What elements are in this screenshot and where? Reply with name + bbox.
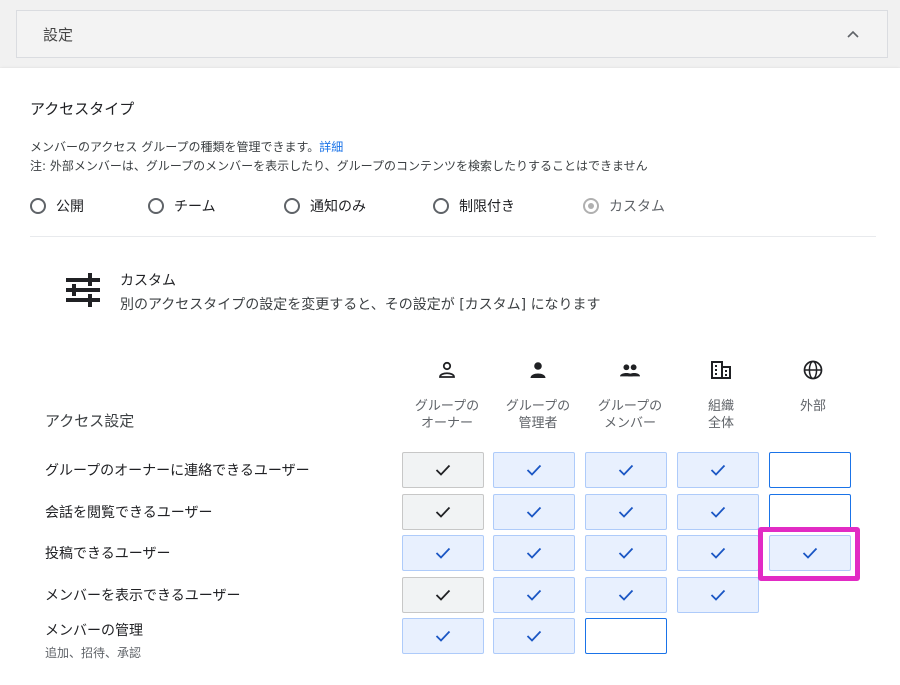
- column-label-owners: グループの オーナー: [414, 399, 480, 431]
- radio-label: カスタム: [609, 199, 665, 215]
- permission-checkbox[interactable]: [402, 618, 484, 654]
- permission-checkbox[interactable]: [493, 452, 575, 488]
- permission-checkbox[interactable]: [769, 535, 851, 571]
- permission-checkbox[interactable]: [402, 577, 484, 613]
- permission-checkbox[interactable]: [402, 452, 484, 488]
- permission-checkbox[interactable]: [677, 577, 759, 613]
- settings-header[interactable]: 設定: [16, 10, 888, 58]
- permission-checkbox[interactable]: [677, 452, 759, 488]
- radio-label: 制限付き: [459, 199, 515, 215]
- radio-label: チーム: [174, 199, 216, 215]
- radio-team[interactable]: チーム: [148, 196, 216, 216]
- column-label-managers: グループの 管理者: [505, 399, 571, 431]
- check-icon: [435, 589, 451, 601]
- settings-header-title: 設定: [43, 25, 74, 44]
- check-icon: [618, 506, 634, 518]
- check-icon: [618, 547, 634, 559]
- chevron-up-icon[interactable]: [843, 24, 863, 44]
- check-icon: [618, 589, 634, 601]
- radio-circle-selected[interactable]: [583, 198, 599, 214]
- radio-label: 通知のみ: [310, 199, 366, 215]
- globe-icon: [803, 360, 823, 380]
- row-label-view-members: メンバーを表示できるユーザー: [45, 588, 241, 604]
- row-label-manage-members: メンバーの管理: [45, 623, 143, 639]
- row-label-contact-owners: グループのオーナーに連絡できるユーザー: [45, 463, 310, 479]
- permission-checkbox[interactable]: [402, 494, 484, 530]
- permission-checkbox[interactable]: [493, 618, 575, 654]
- permission-checkbox[interactable]: [769, 494, 851, 530]
- settings-panel: アクセスタイプ メンバーのアクセス グループの種類を管理できます。詳細 注: 外…: [0, 68, 900, 685]
- person-outline-icon: [437, 360, 457, 380]
- permission-checkbox[interactable]: [585, 494, 667, 530]
- description-text: メンバーのアクセス グループの種類を管理できます。: [30, 140, 320, 154]
- radio-announcement-only[interactable]: 通知のみ: [284, 196, 366, 216]
- check-icon: [526, 547, 542, 559]
- column-label-external: 外部: [799, 399, 826, 414]
- check-icon: [710, 464, 726, 476]
- check-icon: [710, 547, 726, 559]
- section-description: メンバーのアクセス グループの種類を管理できます。詳細 注: 外部メンバーは、グ…: [30, 138, 648, 176]
- radio-label: 公開: [56, 199, 84, 215]
- custom-description: 別のアクセスタイプの設定を変更すると、その設定が [カスタム] になります: [120, 297, 601, 313]
- row-sublabel-manage-members: 追加、招待、承認: [45, 646, 142, 660]
- divider: [30, 236, 876, 237]
- tune-icon: [66, 273, 100, 307]
- radio-custom[interactable]: カスタム: [583, 196, 665, 216]
- permission-checkbox[interactable]: [585, 535, 667, 571]
- column-label-members: グループの メンバー: [597, 399, 663, 431]
- permission-checkbox[interactable]: [677, 494, 759, 530]
- permission-checkbox[interactable]: [493, 494, 575, 530]
- section-title: アクセスタイプ: [30, 100, 135, 118]
- permission-checkbox[interactable]: [493, 535, 575, 571]
- access-settings-label: アクセス設定: [45, 412, 135, 430]
- radio-circle[interactable]: [30, 198, 46, 214]
- radio-circle[interactable]: [433, 198, 449, 214]
- check-icon: [802, 547, 818, 559]
- check-icon: [435, 630, 451, 642]
- permission-checkbox[interactable]: [585, 577, 667, 613]
- check-icon: [710, 506, 726, 518]
- permission-checkbox[interactable]: [769, 452, 851, 488]
- radio-circle[interactable]: [148, 198, 164, 214]
- custom-title: カスタム: [120, 273, 176, 289]
- external-note: 注: 外部メンバーは、グループのメンバーを表示したり、グループのコンテンツを検索…: [30, 159, 648, 173]
- domain-icon: [711, 360, 731, 380]
- radio-public[interactable]: 公開: [30, 196, 84, 216]
- column-label-organization: 組織 全体: [707, 399, 734, 431]
- permission-checkbox[interactable]: [585, 452, 667, 488]
- check-icon: [618, 464, 634, 476]
- people-icon: [620, 360, 640, 380]
- permission-checkbox[interactable]: [677, 535, 759, 571]
- check-icon: [435, 464, 451, 476]
- radio-restricted[interactable]: 制限付き: [433, 196, 515, 216]
- row-label-post: 投稿できるユーザー: [45, 546, 171, 562]
- details-link[interactable]: 詳細: [319, 140, 343, 154]
- row-label-view-conversations: 会話を閲覧できるユーザー: [45, 505, 213, 521]
- check-icon: [435, 547, 451, 559]
- permission-checkbox[interactable]: [585, 618, 667, 654]
- check-icon: [526, 464, 542, 476]
- check-icon: [526, 506, 542, 518]
- check-icon: [526, 589, 542, 601]
- check-icon: [526, 630, 542, 642]
- radio-circle[interactable]: [284, 198, 300, 214]
- permission-checkbox[interactable]: [402, 535, 484, 571]
- permission-checkbox[interactable]: [493, 577, 575, 613]
- check-icon: [435, 506, 451, 518]
- check-icon: [710, 589, 726, 601]
- person-icon: [528, 360, 548, 380]
